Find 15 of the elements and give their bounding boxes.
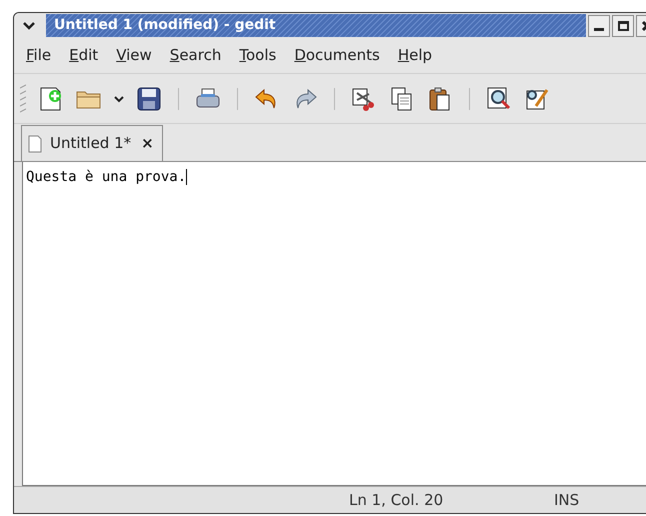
- menu-item[interactable]: Documents: [288, 44, 386, 67]
- document-tab[interactable]: Untitled 1* ×: [21, 125, 163, 161]
- menu-item[interactable]: File: [20, 44, 58, 67]
- tab-label: Untitled 1*: [50, 133, 132, 154]
- menu-item[interactable]: Tools: [233, 44, 282, 67]
- window-title: Untitled 1 (modified) - gedit: [54, 16, 276, 35]
- cursor-position: Ln 1, Col. 20: [349, 490, 444, 511]
- menu-item[interactable]: Help: [392, 44, 438, 67]
- insert-mode: INS: [554, 490, 580, 511]
- menu-item[interactable]: Edit: [63, 44, 104, 67]
- tab-close-button[interactable]: ×: [139, 132, 156, 155]
- editor-text: Questa è una prova.: [26, 169, 188, 185]
- text-editor[interactable]: Questa è una prova.: [22, 162, 646, 486]
- menu-item[interactable]: View: [110, 44, 158, 67]
- menu-item[interactable]: Search: [164, 44, 228, 67]
